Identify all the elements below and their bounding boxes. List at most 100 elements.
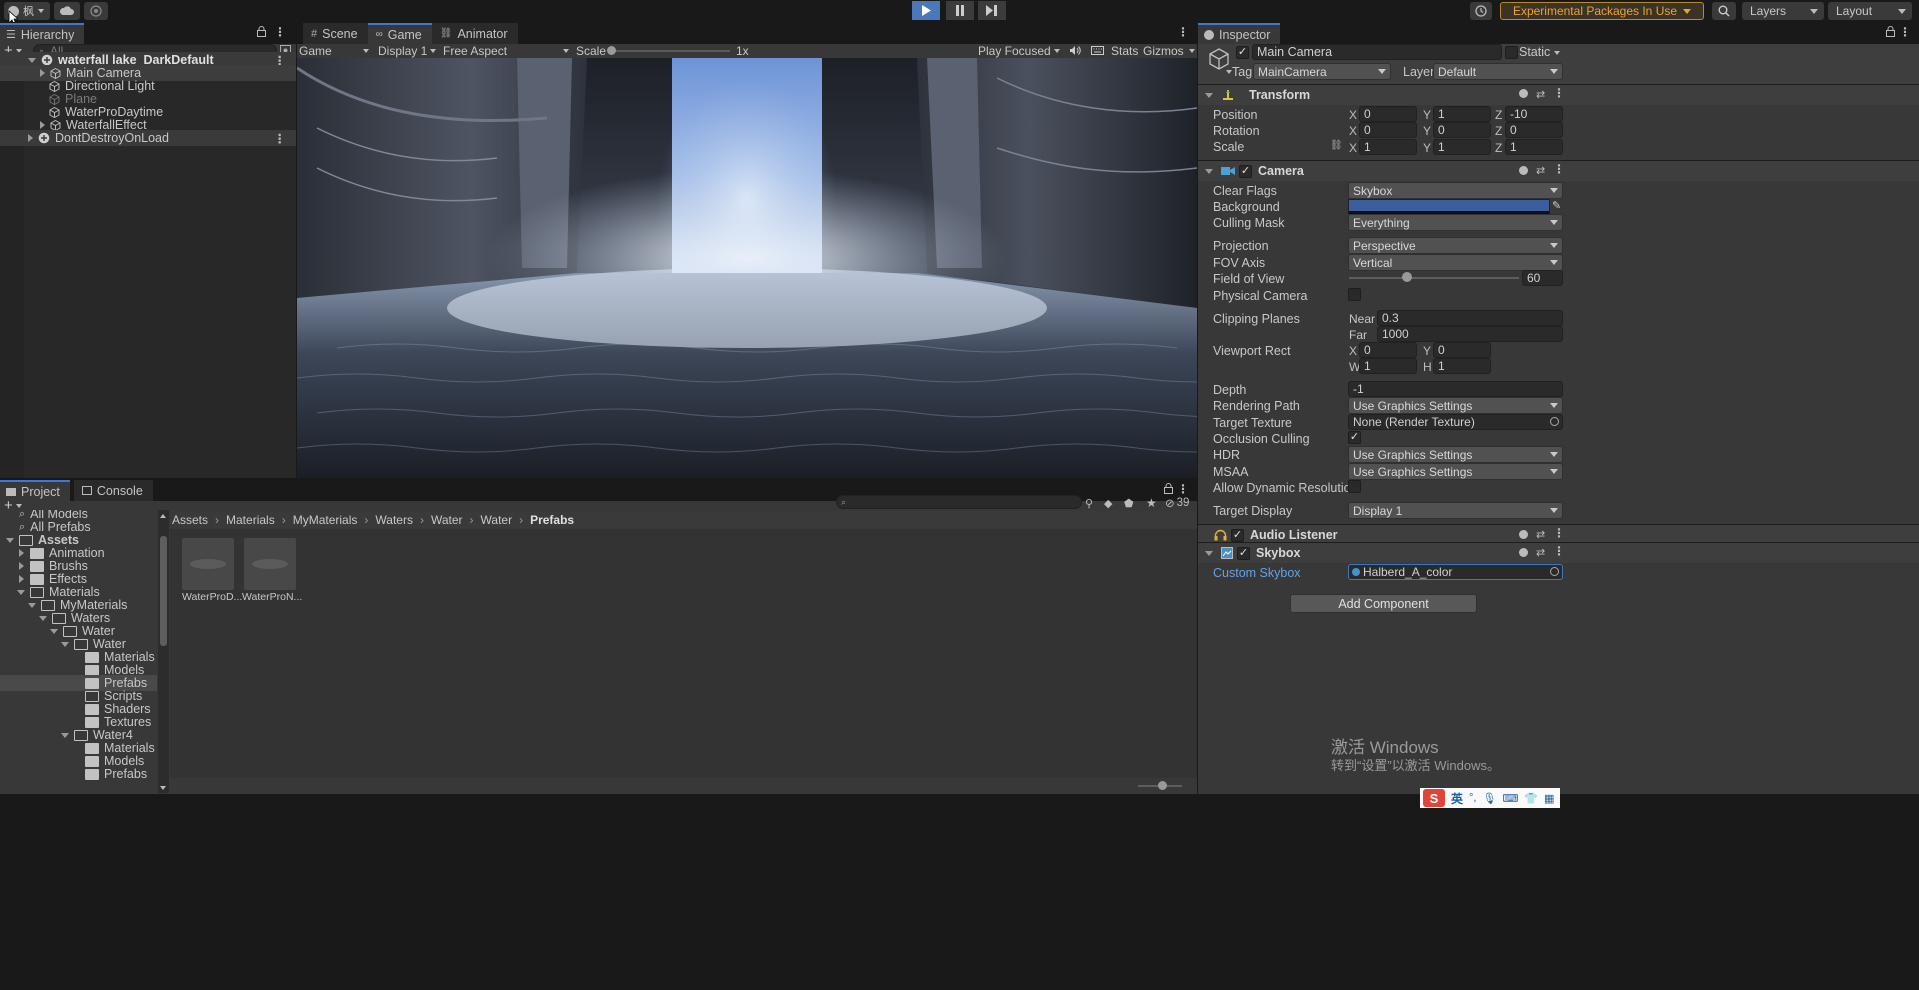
scale-slider-track[interactable] — [610, 50, 730, 52]
search-by-type-icon[interactable]: ⚲ — [1085, 497, 1093, 510]
layers-dropdown[interactable]: Layers — [1742, 2, 1824, 20]
lock-icon[interactable] — [1886, 26, 1895, 37]
eyedropper-icon[interactable]: ✎ — [1552, 199, 1561, 212]
breadcrumb-item[interactable]: MyMaterials — [293, 513, 358, 527]
projection-dropdown[interactable]: Perspective — [1348, 237, 1563, 254]
tab-animator[interactable]: ⛓ Animator — [431, 23, 518, 44]
expand-arrow-icon[interactable] — [1205, 92, 1213, 98]
presets-icon[interactable]: ⇄ — [1536, 88, 1545, 101]
help-icon[interactable] — [1519, 530, 1528, 539]
scrollbar-thumb[interactable] — [160, 536, 167, 646]
hidden-packages-toggle[interactable]: ⊘ 39 — [1165, 496, 1189, 510]
punctuation-icon[interactable]: °, — [1469, 792, 1476, 804]
expand-arrow-icon[interactable] — [17, 575, 25, 583]
viewport-y-field[interactable]: 0 — [1433, 342, 1491, 358]
scroll-up-icon[interactable] — [160, 514, 166, 518]
expand-arrow-icon[interactable] — [28, 57, 36, 63]
history-button[interactable] — [1470, 2, 1492, 20]
scale-y-field[interactable]: 1 — [1433, 139, 1491, 155]
breadcrumb-item[interactable]: Assets — [172, 513, 208, 527]
presets-icon[interactable]: ⇄ — [1536, 546, 1545, 559]
kebab-menu-icon[interactable]: ⋮ — [1177, 25, 1189, 39]
presets-icon[interactable]: ⇄ — [1536, 528, 1545, 541]
expand-arrow-icon[interactable] — [28, 602, 36, 608]
expand-arrow-icon[interactable] — [6, 537, 14, 543]
asset-thumbnail[interactable] — [244, 538, 296, 590]
help-icon[interactable] — [1519, 89, 1528, 98]
far-field[interactable]: 1000 — [1377, 326, 1563, 342]
expand-arrow-icon[interactable] — [39, 615, 47, 621]
camera-enabled-checkbox[interactable]: ✓ — [1239, 164, 1252, 178]
sogou-logo-icon[interactable]: S — [1423, 789, 1445, 807]
kebab-menu-icon[interactable]: ⋮ — [1177, 482, 1189, 496]
kebab-menu-icon[interactable]: ⋮ — [274, 131, 287, 146]
culling-mask-dropdown[interactable]: Everything — [1348, 214, 1563, 231]
rendering-path-dropdown[interactable]: Use Graphics Settings — [1348, 397, 1563, 414]
help-icon[interactable] — [1519, 548, 1528, 557]
breadcrumb-item[interactable]: Materials — [226, 513, 275, 527]
layout-dropdown[interactable]: Layout — [1828, 2, 1912, 20]
keyboard-icon[interactable]: ⌨ — [1502, 792, 1518, 805]
position-z-field[interactable]: -10 — [1505, 106, 1563, 122]
target-texture-field[interactable]: None (Render Texture) — [1348, 414, 1563, 430]
expand-arrow-icon[interactable] — [28, 134, 33, 142]
kebab-menu-icon[interactable]: ⋮ — [1553, 544, 1565, 558]
label-tag-icon[interactable]: ⬟ — [1124, 497, 1134, 510]
search-button[interactable] — [1712, 2, 1736, 20]
expand-arrow-icon[interactable] — [50, 628, 58, 634]
breadcrumb-item[interactable]: Prefabs — [530, 513, 574, 527]
kebab-menu-icon[interactable]: ⋮ — [1553, 162, 1565, 176]
help-icon[interactable] — [1519, 166, 1528, 175]
pause-button[interactable] — [946, 1, 974, 20]
rotation-z-field[interactable]: 0 — [1505, 122, 1563, 138]
object-name-field[interactable]: Main Camera — [1252, 44, 1502, 60]
expand-arrow-icon[interactable] — [17, 589, 25, 595]
expand-arrow-icon[interactable] — [17, 562, 25, 570]
clear-flags-dropdown[interactable]: Skybox — [1348, 182, 1563, 199]
viewport-x-field[interactable]: 0 — [1359, 342, 1417, 358]
viewport-w-field[interactable]: 1 — [1359, 358, 1417, 374]
scale-x-field[interactable]: 1 — [1359, 139, 1417, 155]
game-viewport[interactable] — [297, 58, 1197, 478]
experimental-packages-dropdown[interactable]: Experimental Packages In Use — [1500, 2, 1704, 20]
gizmos-dropdown[interactable]: Gizmos — [1143, 44, 1195, 58]
msaa-dropdown[interactable]: Use Graphics Settings — [1348, 463, 1563, 480]
project-tree-item[interactable]: Prefabs — [0, 766, 157, 782]
kebab-menu-icon[interactable]: ⋮ — [1899, 25, 1911, 39]
stats-button[interactable]: Stats — [1111, 44, 1138, 58]
kebab-menu-icon[interactable]: ⋮ — [1553, 526, 1565, 540]
presets-icon[interactable]: ⇄ — [1536, 164, 1545, 177]
object-picker-icon[interactable] — [1550, 567, 1559, 576]
kebab-menu-icon[interactable]: ⋮ — [274, 25, 286, 39]
scale-z-field[interactable]: 1 — [1505, 139, 1563, 155]
chevron-down-icon[interactable] — [1554, 51, 1560, 55]
link-icon[interactable]: ⛓ — [1330, 140, 1343, 151]
game-mode-dropdown[interactable]: Game — [299, 44, 369, 58]
play-button[interactable] — [912, 1, 940, 20]
skybox-enabled-checkbox[interactable]: ✓ — [1237, 546, 1250, 560]
display-dropdown[interactable]: Display 1 — [378, 44, 436, 58]
expand-arrow-icon[interactable] — [40, 121, 45, 129]
mute-audio-icon[interactable] — [1069, 45, 1081, 56]
tab-scene[interactable]: # Scene — [303, 23, 368, 44]
asset-thumbnail[interactable] — [182, 538, 234, 590]
favorite-star-icon[interactable]: ★ — [1146, 496, 1157, 510]
step-button[interactable] — [978, 1, 1006, 20]
skin-shirt-icon[interactable]: 👕 — [1524, 792, 1538, 805]
physical-camera-checkbox[interactable] — [1348, 288, 1361, 301]
expand-arrow-icon[interactable] — [17, 549, 25, 557]
near-field[interactable]: 0.3 — [1377, 310, 1563, 326]
tag-dropdown[interactable]: MainCamera — [1253, 63, 1391, 80]
active-checkbox[interactable]: ✓ — [1236, 46, 1249, 59]
add-component-button[interactable]: Add Component — [1290, 594, 1477, 613]
audio-listener-enabled-checkbox[interactable]: ✓ — [1231, 528, 1244, 542]
tab-console[interactable]: Console — [73, 480, 153, 501]
background-color-field[interactable] — [1348, 199, 1550, 214]
position-x-field[interactable]: 0 — [1359, 106, 1417, 122]
breadcrumb-item[interactable]: Water — [481, 513, 513, 527]
scale-slider-handle[interactable] — [607, 46, 616, 55]
tab-game[interactable]: ∞ Game — [367, 23, 432, 44]
fov-slider-track[interactable] — [1349, 277, 1519, 279]
expand-arrow-icon[interactable] — [1205, 168, 1213, 174]
layer-dropdown[interactable]: Default — [1433, 63, 1563, 80]
